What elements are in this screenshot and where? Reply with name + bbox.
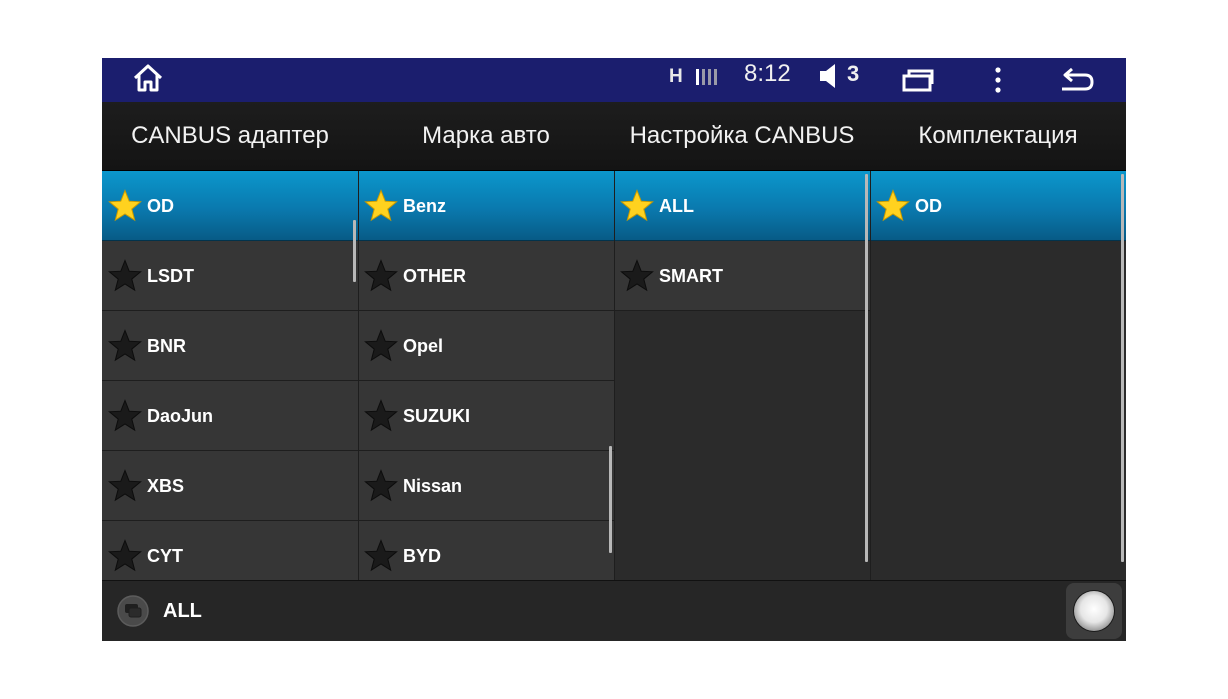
star-icon	[108, 329, 142, 362]
list-item-label: Benz	[403, 196, 447, 216]
star-icon	[108, 539, 142, 572]
chat-bubble-icon	[117, 595, 149, 627]
star-filled-icon	[620, 189, 654, 222]
list-item[interactable]: DaoJun	[102, 381, 358, 451]
list-item-label: SMART	[659, 266, 723, 286]
star-icon	[364, 539, 398, 572]
home-button[interactable]	[128, 58, 168, 98]
clock: 8:12	[744, 60, 791, 87]
signal-bars-icon	[696, 69, 717, 85]
column-divider	[614, 171, 615, 580]
list-item[interactable]: BNR	[102, 311, 358, 381]
tab-canbus-setting[interactable]: Настройка CANBUS	[614, 102, 870, 170]
back-button[interactable]	[1055, 58, 1099, 102]
equipment-list[interactable]: OD	[870, 171, 1126, 580]
tab-canbus-adapter[interactable]: CANBUS адаптер	[102, 102, 358, 170]
more-options-button[interactable]	[976, 58, 1020, 102]
star-icon	[108, 399, 142, 432]
list-item[interactable]: Nissan	[358, 451, 614, 521]
list-item-label: OTHER	[403, 266, 466, 286]
star-filled-icon	[108, 189, 142, 222]
list-item-label: DaoJun	[147, 406, 214, 426]
floating-assistive-button[interactable]	[1066, 583, 1122, 639]
list-item-label: Opel	[403, 336, 444, 356]
volume-level: 3	[847, 61, 860, 86]
adapter-list[interactable]: OD LSDT BNR DaoJun XBS CYT	[102, 171, 358, 580]
column-header: CANBUS адаптер Марка авто Настройка CANB…	[102, 102, 1126, 171]
home-icon	[133, 64, 163, 92]
list-item[interactable]: Opel	[358, 311, 614, 381]
back-icon	[1062, 67, 1094, 91]
star-icon	[108, 259, 142, 292]
volume-icon	[820, 64, 835, 88]
list-item[interactable]: OD	[870, 171, 1126, 241]
footer-bar: ALL	[102, 580, 1126, 641]
canbus-settings-screen: H 8:12 3 CANBUS адаптер Марка авто Настр…	[102, 58, 1126, 641]
adapter-list-scrollbar[interactable]	[353, 220, 356, 282]
list-item[interactable]: SUZUKI	[358, 381, 614, 451]
footer-selected-value: ALL	[163, 600, 202, 622]
tab-equipment[interactable]: Комплектация	[870, 102, 1126, 170]
column-divider	[358, 171, 359, 580]
setting-list-scrollbar[interactable]	[865, 174, 868, 562]
list-item-label: BNR	[147, 336, 186, 356]
status-bar: H 8:12 3	[102, 58, 1126, 102]
list-item-label: OD	[147, 196, 174, 216]
list-item-label: LSDT	[147, 266, 194, 286]
list-item-label: XBS	[147, 476, 185, 496]
column-divider	[870, 171, 871, 580]
list-item[interactable]: BYD	[358, 521, 614, 580]
list-item-label: CYT	[147, 546, 183, 566]
star-icon	[620, 259, 654, 292]
brand-list[interactable]: Benz OTHER Opel SUZUKI Nissan BYD	[358, 171, 614, 580]
list-item-label: ALL	[659, 196, 694, 216]
star-icon	[108, 469, 142, 502]
star-icon	[364, 469, 398, 502]
list-item[interactable]: CYT	[102, 521, 358, 580]
star-icon	[364, 329, 398, 362]
equipment-list-scrollbar[interactable]	[1121, 174, 1124, 562]
list-item[interactable]: OD	[102, 171, 358, 241]
tab-car-brand[interactable]: Марка авто	[358, 102, 614, 170]
brand-list-scrollbar[interactable]	[609, 446, 612, 553]
list-item-label: BYD	[403, 546, 442, 566]
list-item-label: Nissan	[403, 476, 463, 496]
list-item[interactable]: LSDT	[102, 241, 358, 311]
list-item[interactable]: XBS	[102, 451, 358, 521]
list-item-label: SUZUKI	[403, 406, 470, 426]
list-item-label: OD	[915, 196, 942, 216]
list-item[interactable]: Benz	[358, 171, 614, 241]
list-item[interactable]: OTHER	[358, 241, 614, 311]
setting-list[interactable]: ALL SMART	[614, 171, 870, 580]
more-vert-icon	[995, 67, 1001, 93]
star-filled-icon	[876, 189, 910, 222]
circle-icon	[1074, 591, 1114, 631]
network-type: H	[669, 66, 683, 87]
star-filled-icon	[364, 189, 398, 222]
star-icon	[364, 399, 398, 432]
recent-apps-button[interactable]	[896, 58, 940, 102]
star-icon	[364, 259, 398, 292]
recent-apps-icon	[902, 69, 934, 92]
list-item[interactable]: SMART	[614, 241, 870, 311]
list-item[interactable]: ALL	[614, 171, 870, 241]
